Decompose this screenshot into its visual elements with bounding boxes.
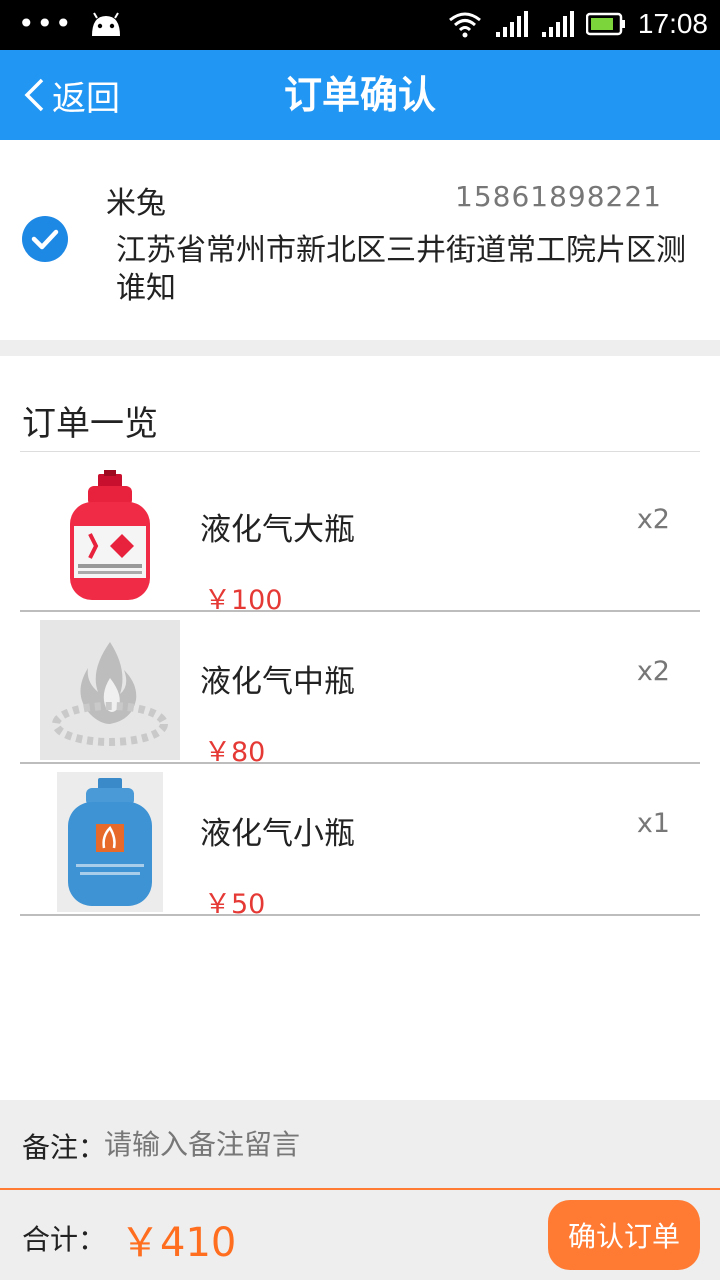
flame-logo-placeholder-image [40,620,180,760]
android-icon [91,12,120,36]
product-name: 液化气中瓶 [200,664,355,700]
status-bar: ••• 17:08 [0,0,720,50]
product-quantity: x2 [636,504,670,535]
app-bar: 返回 订单确认 [0,50,720,140]
back-label: 返回 [52,78,120,119]
product-quantity: x2 [636,656,670,687]
product-quantity: x1 [636,808,670,839]
recipient-phone: 15861898221 [455,180,662,213]
total-amount: ￥410 [120,1220,237,1266]
note-bar: 备注： [0,1100,720,1188]
order-item[interactable]: 液化气大瓶 ￥100 x2 [20,460,700,616]
order-item[interactable]: 液化气小瓶 ￥50 x1 [20,764,700,920]
recipient-address: 江苏省常州市新北区三井街道常工院片区测谁知 [116,233,686,306]
back-button[interactable]: 返回 [22,50,120,140]
product-name: 液化气大瓶 [200,512,355,548]
signal-icon [495,11,528,37]
divider [20,451,700,452]
note-input[interactable] [104,1116,694,1172]
chevron-left-icon [24,78,44,112]
product-name: 液化气小瓶 [200,816,355,852]
signal-icon [541,11,574,37]
confirm-order-button[interactable]: 确认订单 [548,1200,700,1270]
checkout-bar: 合计： ￥410 确认订单 [0,1190,720,1280]
note-label: 备注： [22,1131,107,1164]
battery-icon [585,12,625,36]
product-price: ￥50 [204,889,266,920]
blue-gas-cylinder-image [40,772,180,912]
section-divider [0,340,720,356]
wifi-icon [448,12,481,38]
order-list-title: 订单一览 [22,404,158,444]
recipient-name: 米兔 [106,186,166,221]
order-item[interactable]: 液化气中瓶 ￥80 x2 [20,612,700,768]
more-dots-icon: ••• [18,7,74,40]
total-label: 合计： [22,1223,107,1256]
checkmark-circle-icon[interactable] [22,216,68,262]
clock: 17:08 [637,8,708,39]
red-gas-cylinder-image [40,468,180,608]
